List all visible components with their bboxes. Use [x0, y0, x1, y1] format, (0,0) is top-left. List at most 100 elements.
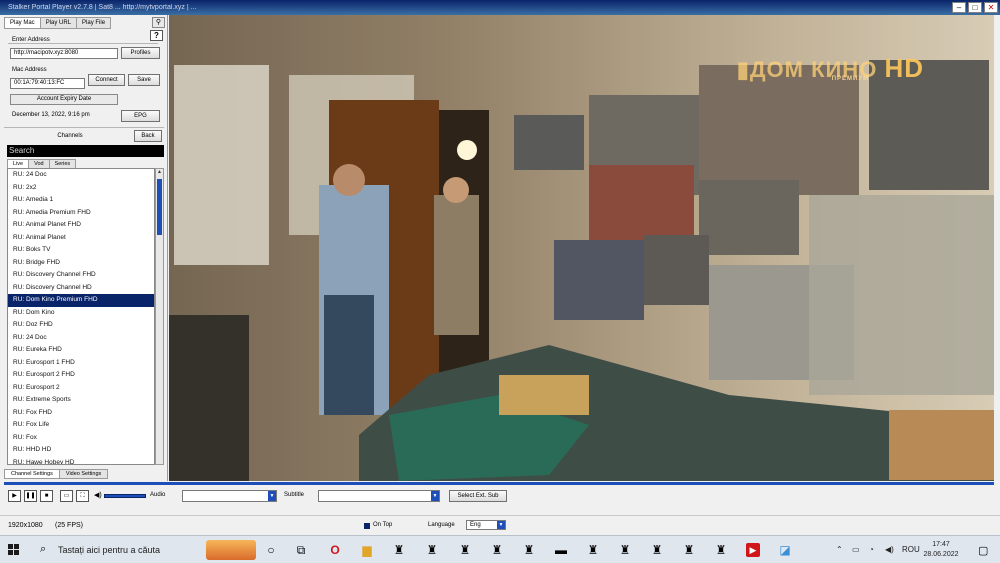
channel-list-item[interactable]: RU: Animal Planet	[8, 232, 154, 245]
maximize-button[interactable]: □	[968, 2, 982, 13]
save-button[interactable]: Save	[128, 74, 160, 86]
player-window: Stalker Portal Player v2.7.8 | Sat8 ... …	[0, 0, 1000, 535]
audio-select[interactable]: ▼	[182, 490, 277, 502]
channel-list-item[interactable]: RU: Eurosport 1 FHD	[8, 357, 154, 370]
subtitle-select[interactable]: ▼	[318, 490, 440, 502]
channel-list-item[interactable]: RU: Discovery Channel HD	[8, 282, 154, 295]
expiry-header: Account Expiry Date	[10, 94, 118, 105]
fps-text: (25 FPS)	[55, 522, 84, 529]
volume-icon[interactable]: ◀)	[94, 491, 102, 499]
chevron-up-icon[interactable]: ⌃	[836, 545, 843, 554]
channel-list-item[interactable]: RU: Fox	[8, 432, 154, 445]
back-button[interactable]: Back	[134, 130, 162, 142]
channel-list-item[interactable]: RU: Eureka FHD	[8, 344, 154, 357]
title-bar[interactable]: Stalker Portal Player v2.7.8 | Sat8 ... …	[0, 0, 1000, 15]
select-ext-sub-button[interactable]: Select Ext. Sub	[449, 490, 507, 502]
channel-list-item[interactable]: RU: Eurosport 2	[8, 382, 154, 395]
stop-icon[interactable]: ■	[40, 490, 53, 502]
channel-list-item[interactable]: RU: 2x2	[8, 182, 154, 195]
channel-list-item[interactable]: RU: Discovery Channel FHD	[8, 269, 154, 282]
app-icon[interactable]: ♜	[392, 543, 406, 557]
channel-list-item[interactable]: RU: Eurosport 2 FHD	[8, 369, 154, 382]
tab-play-mac[interactable]: Play Mac	[4, 17, 41, 29]
volume-slider[interactable]	[104, 494, 146, 498]
channel-list-item[interactable]: RU: Animal Planet FHD	[8, 219, 154, 232]
app-icon[interactable]: ♜	[714, 543, 728, 557]
app-icon[interactable]: ♜	[425, 543, 439, 557]
mac-label: Mac Address	[12, 67, 47, 73]
connect-button[interactable]: Connect	[88, 74, 125, 86]
tab-channel-settings[interactable]: Channel Settings	[4, 469, 60, 479]
chevron-down-icon[interactable]: ▼	[268, 491, 276, 501]
task-view-icon[interactable]: ⧉	[294, 543, 308, 557]
pause-icon[interactable]: ❚❚	[24, 490, 37, 502]
settings-tabs: Channel Settings Video Settings	[4, 469, 109, 479]
file-explorer-icon[interactable]: ▆	[360, 543, 374, 557]
app-icon[interactable]: ♜	[458, 543, 472, 557]
channel-list-item[interactable]: RU: Boks TV	[8, 244, 154, 257]
channel-list-item[interactable]: RU: Amedia Premium FHD	[8, 207, 154, 220]
taskbar-search[interactable]: ⌕ Tastați aici pentru a căuta	[34, 539, 258, 561]
channel-list-scrollbar[interactable]: ▲	[155, 168, 164, 465]
app-icon[interactable]: ♜	[682, 543, 696, 557]
logo-hd: HD	[884, 53, 924, 83]
tab-play-url[interactable]: Play URL	[39, 17, 78, 29]
seek-track[interactable]	[4, 482, 994, 485]
app-icon[interactable]: ♜	[650, 543, 664, 557]
cortana-icon[interactable]: ○	[264, 543, 278, 557]
channel-list-item[interactable]: RU: Hawe Hobey HD	[8, 457, 154, 465]
search-icon: ⌕	[40, 543, 47, 555]
search-highlight-image	[206, 540, 256, 560]
channel-search-input[interactable]: Search	[7, 145, 164, 157]
play-icon[interactable]: ▶	[8, 490, 21, 502]
notification-icon[interactable]: ▢	[978, 544, 988, 557]
app-icon[interactable]: ◪	[778, 543, 792, 557]
tab-play-file[interactable]: Play File	[76, 17, 112, 29]
terminal-icon[interactable]: ▬	[554, 543, 568, 557]
close-button[interactable]: ✕	[984, 2, 998, 13]
help-button[interactable]: ?	[150, 30, 163, 41]
on-top-checkbox[interactable]	[364, 523, 370, 529]
clock[interactable]: 17:47 28.06.2022	[916, 540, 966, 560]
channel-list-item[interactable]: RU: HHD HD	[8, 444, 154, 457]
channel-list-item[interactable]: RU: Dom Kino	[8, 307, 154, 320]
opera-icon[interactable]: O	[328, 543, 342, 557]
channel-list-item[interactable]: RU: Extreme Sports	[8, 394, 154, 407]
channel-list-item[interactable]: RU: Fox Life	[8, 419, 154, 432]
channel-list-item[interactable]: RU: 24 Doc	[8, 169, 154, 182]
media-player-icon[interactable]: ▶	[746, 543, 760, 557]
tab-video-settings[interactable]: Video Settings	[58, 469, 109, 479]
audio-label: Audio	[150, 492, 166, 498]
channel-list-item[interactable]: RU: Doz FHD	[8, 319, 154, 332]
channels-label: Channels	[57, 133, 83, 139]
portal-address-field[interactable]: http://macipotv.xyz:8080	[10, 48, 118, 59]
chevron-down-icon[interactable]: ▼	[497, 521, 505, 529]
app-icon[interactable]: ♜	[490, 543, 504, 557]
epg-button[interactable]: EPG	[121, 110, 160, 122]
channel-list-item[interactable]: RU: Amedia 1	[8, 194, 154, 207]
profiles-button[interactable]: Profiles	[121, 47, 160, 59]
scroll-up-icon[interactable]: ▲	[156, 169, 163, 177]
minimize-button[interactable]: –	[952, 2, 966, 13]
expiry-value: December 13, 2022, 9:16 pm	[12, 112, 90, 118]
app-icon[interactable]: ♜	[586, 543, 600, 557]
speaker-icon[interactable]: ◀)	[885, 545, 894, 554]
channel-list-item[interactable]: RU: Dom Kino Premium FHD	[8, 294, 154, 307]
mac-address-field[interactable]: 00:1A:79:40:13:FC	[10, 78, 85, 89]
fullscreen-icon[interactable]: ⛶	[76, 490, 89, 502]
channel-list-item[interactable]: RU: Fox FHD	[8, 407, 154, 420]
windows-start-icon[interactable]	[8, 544, 20, 556]
network-icon[interactable]: ◔	[869, 545, 874, 554]
app-icon[interactable]: ♜	[618, 543, 632, 557]
app-icon[interactable]: ♜	[522, 543, 536, 557]
video-frame[interactable]: ▮ДОМ КИНО HD ПРЕМИУМ	[169, 15, 994, 481]
channel-list[interactable]: RU: 24 Doc RU: 2x2 RU: Amedia 1 RU: Amedia …	[7, 168, 155, 465]
scroll-thumb[interactable]	[157, 179, 162, 235]
language-select[interactable]: Eng ▼	[466, 520, 506, 530]
channel-list-item[interactable]: RU: Bridge FHD	[8, 257, 154, 270]
search-tool-icon[interactable]: ⚲	[152, 17, 165, 28]
chevron-down-icon[interactable]: ▼	[431, 491, 439, 501]
channel-list-item[interactable]: RU: 24 Doc	[8, 332, 154, 345]
battery-icon[interactable]: ▭	[852, 545, 860, 554]
screen-icon[interactable]: ▭	[60, 490, 73, 502]
